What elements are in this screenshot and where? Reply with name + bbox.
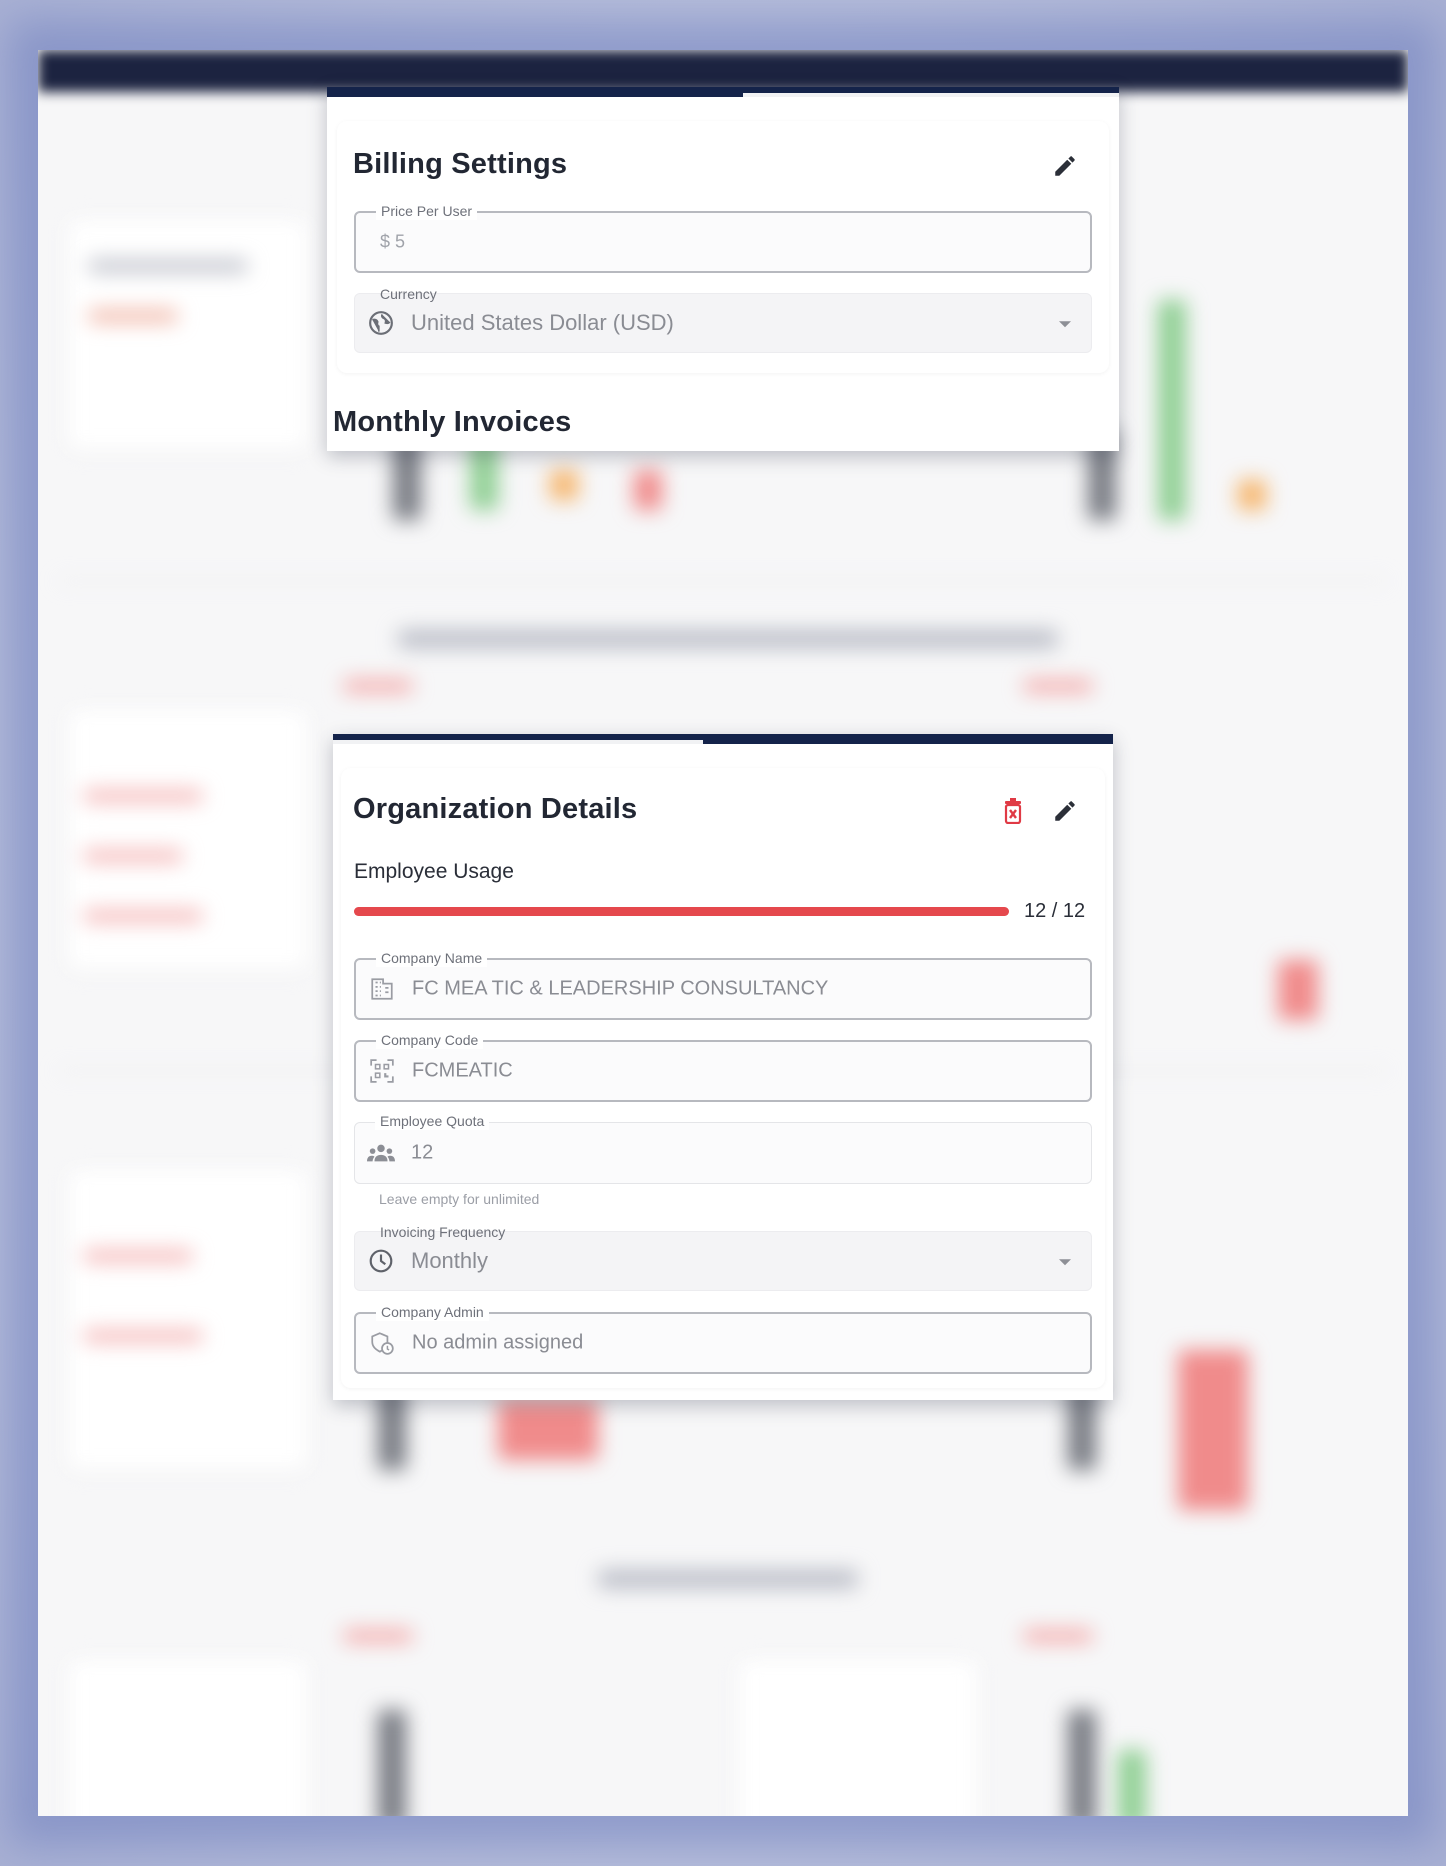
invoicing-frequency-select[interactable]: Invoicing Frequency Monthly xyxy=(354,1224,1092,1291)
clock-icon xyxy=(367,1247,395,1275)
company-name-value: FC MEA TIC & LEADERSHIP CONSULTANCY xyxy=(412,977,829,1000)
background-card xyxy=(68,220,308,450)
card-top-accent xyxy=(327,87,1119,97)
dropdown-caret-icon xyxy=(1059,1259,1071,1266)
globe-icon xyxy=(367,309,395,337)
background-top-bar xyxy=(38,50,1408,92)
background-bar xyxy=(1118,1750,1146,1816)
company-code-label: Company Code xyxy=(376,1031,484,1049)
employee-usage-label: Employee Usage xyxy=(354,860,514,883)
currency-label: Currency xyxy=(380,286,437,302)
invoicing-frequency-label: Invoicing Frequency xyxy=(380,1224,506,1240)
company-code-field[interactable]: Company Code FCMEATIC xyxy=(354,1031,1092,1102)
building-icon xyxy=(368,975,396,1003)
background-bar xyxy=(550,470,578,500)
card-top-accent xyxy=(333,734,1113,744)
edit-icon[interactable] xyxy=(1048,794,1082,828)
company-name-field[interactable]: Company Name FC MEA TIC & LEADERSHIP CON… xyxy=(354,949,1092,1020)
company-admin-field[interactable]: Company Admin No admin assigned xyxy=(354,1303,1092,1374)
background-card xyxy=(68,1170,308,1470)
background-bar xyxy=(634,470,662,510)
background-text xyxy=(88,260,248,272)
background-text xyxy=(88,310,178,322)
price-per-user-label: Price Per User xyxy=(376,202,478,220)
employee-usage-progress xyxy=(354,907,1009,916)
background-bar xyxy=(1068,1710,1096,1816)
company-code-value: FCMEATIC xyxy=(412,1059,513,1082)
company-admin-label: Company Admin xyxy=(376,1303,489,1321)
background-heading xyxy=(598,1570,858,1588)
background-text xyxy=(83,1330,203,1342)
employee-usage-progress-fill xyxy=(354,907,1009,916)
background-heading xyxy=(398,630,1058,648)
admin-icon xyxy=(368,1329,396,1357)
background-text xyxy=(83,910,203,922)
company-name-label: Company Name xyxy=(376,949,488,967)
price-per-user-field[interactable]: Price Per User $ 5 xyxy=(354,202,1092,273)
qr-code-icon xyxy=(368,1057,396,1085)
background-text xyxy=(1023,680,1093,692)
employee-quota-helper: Leave empty for unlimited xyxy=(379,1191,540,1207)
edit-icon[interactable] xyxy=(1048,149,1082,183)
organization-details-title: Organization Details xyxy=(353,793,638,825)
company-admin-value: No admin assigned xyxy=(412,1331,584,1354)
delete-icon[interactable] xyxy=(996,794,1030,828)
invoicing-frequency-value: Monthly xyxy=(411,1248,489,1273)
background-bar xyxy=(498,1400,598,1460)
currency-value: United States Dollar (USD) xyxy=(411,310,674,335)
background-text xyxy=(83,1250,193,1262)
price-per-user-value: $ 5 xyxy=(380,231,406,252)
background-text xyxy=(343,1630,413,1642)
background-text xyxy=(343,680,413,692)
group-icon xyxy=(367,1139,395,1167)
background-bar xyxy=(1278,960,1318,1020)
currency-select[interactable]: Currency United States Dollar (USD) xyxy=(354,286,1092,353)
employee-quota-label: Employee Quota xyxy=(375,1112,490,1130)
background-bar xyxy=(1178,1350,1248,1510)
employee-usage-count: 12 / 12 xyxy=(1024,900,1086,922)
background-text xyxy=(83,850,183,862)
background-text xyxy=(1023,1630,1093,1642)
employee-quota-value: 12 xyxy=(411,1141,434,1164)
background-bar xyxy=(1158,300,1186,520)
dropdown-caret-icon xyxy=(1059,321,1071,328)
background-text xyxy=(83,790,203,802)
employee-quota-field[interactable]: Employee Quota 12 xyxy=(354,1112,1092,1184)
background-divider xyxy=(58,580,1388,582)
monthly-invoices-title: Monthly Invoices xyxy=(333,406,572,438)
background-card xyxy=(68,710,308,970)
background-card xyxy=(738,1660,978,1816)
background-card xyxy=(68,1660,308,1816)
background-bar xyxy=(378,1710,406,1816)
background-bar xyxy=(1238,480,1266,510)
billing-settings-title: Billing Settings xyxy=(353,148,568,180)
